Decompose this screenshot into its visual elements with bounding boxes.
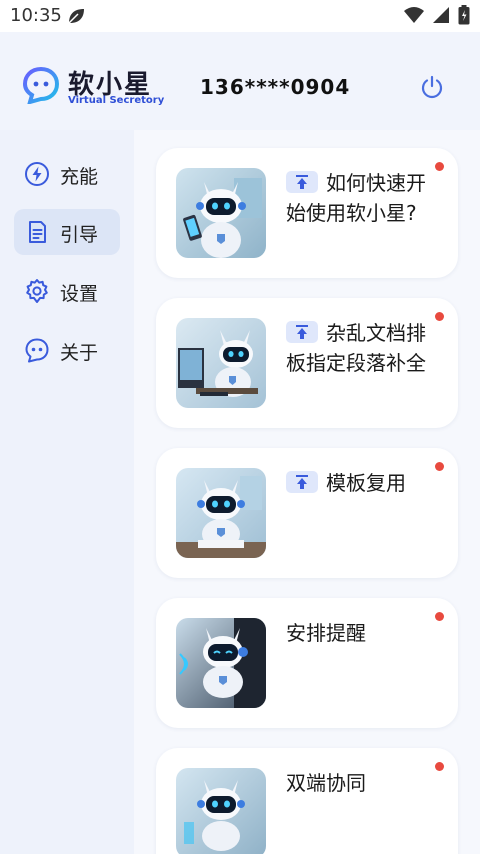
power-icon (421, 75, 443, 99)
guide-card[interactable]: 双端协同 (156, 748, 458, 854)
card-title: 杂乱文档排板指定段落补全 (286, 318, 442, 378)
app-subtitle: Virtual Secretory (68, 95, 165, 106)
document-icon (29, 221, 46, 243)
unread-dot (435, 612, 444, 621)
sidebar-item-label: 关于 (60, 342, 99, 364)
sidebar-item-label: 引导 (60, 224, 99, 246)
power-button[interactable] (419, 74, 445, 104)
guide-card[interactable]: 如何快速开始使用软小星? (156, 148, 458, 278)
card-title: 安排提醒 (286, 618, 442, 648)
app-logo-icon (22, 66, 60, 108)
card-title: 模板复用 (286, 468, 442, 498)
wifi-icon (404, 6, 424, 28)
sidebar-item-label: 充能 (60, 166, 99, 188)
gear-icon (26, 279, 48, 303)
lightning-icon (25, 162, 49, 186)
unread-dot (435, 312, 444, 321)
guide-card[interactable]: 安排提醒 (156, 598, 458, 728)
card-title: 如何快速开始使用软小星? (286, 168, 442, 228)
unread-dot (435, 162, 444, 171)
robot-thumbnail (176, 768, 266, 854)
pin-icon (286, 471, 318, 493)
status-bar: 10:35 (0, 0, 480, 32)
signal-icon (432, 6, 450, 28)
card-title-text: 模板复用 (326, 471, 406, 495)
leaf-icon (66, 6, 86, 30)
robot-thumbnail (176, 618, 266, 708)
chat-bot-icon (25, 338, 49, 363)
card-title: 双端协同 (286, 768, 442, 798)
sidebar-item-charge[interactable]: 充能 (14, 151, 120, 197)
guide-card[interactable]: 模板复用 (156, 448, 458, 578)
app-header: 软小星 Virtual Secretory 136****0904 (0, 32, 480, 130)
pin-icon (286, 171, 318, 193)
card-title-text: 双端协同 (286, 771, 366, 795)
user-phone: 136****0904 (200, 75, 351, 99)
unread-dot (435, 462, 444, 471)
guide-card[interactable]: 杂乱文档排板指定段落补全 (156, 298, 458, 428)
battery-icon (458, 5, 470, 29)
robot-thumbnail (176, 318, 266, 408)
sidebar-item-about[interactable]: 关于 (14, 327, 120, 373)
pin-icon (286, 321, 318, 343)
card-title-text: 安排提醒 (286, 621, 366, 645)
robot-thumbnail (176, 168, 266, 258)
unread-dot (435, 762, 444, 771)
sidebar-item-label: 设置 (60, 283, 99, 305)
robot-thumbnail (176, 468, 266, 558)
guide-list: 如何快速开始使用软小星? 杂乱文档排板指定段落补全 模板复用 安排提醒 双端协同 (134, 130, 480, 854)
sidebar-item-settings[interactable]: 设置 (14, 268, 120, 314)
sidebar-item-guide[interactable]: 引导 (14, 209, 120, 255)
status-time: 10:35 (10, 5, 62, 26)
sidebar: 充能 引导 设置 关于 (0, 130, 134, 854)
